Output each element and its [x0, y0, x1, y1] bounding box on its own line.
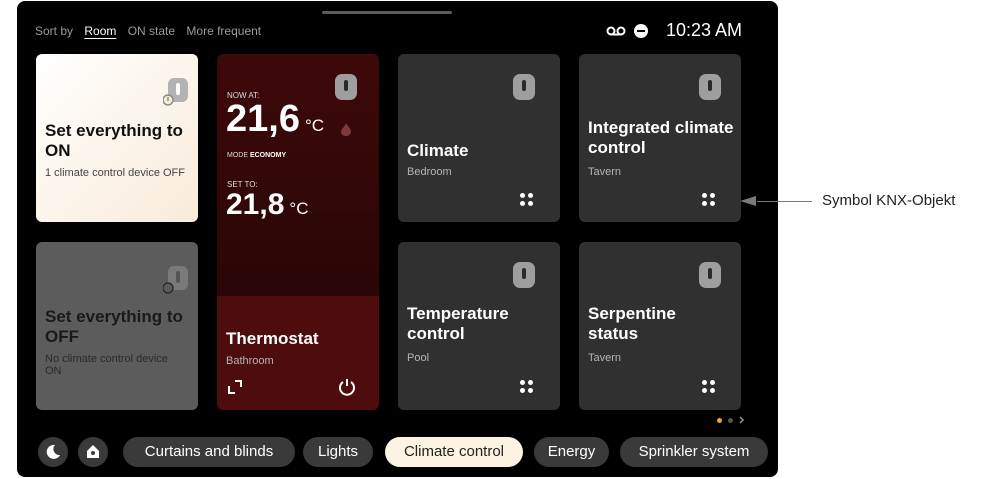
sort-option-frequent[interactable]: More frequent — [186, 24, 261, 38]
card-title: Set everything to OFF — [45, 307, 183, 346]
thermometer-power-icon — [163, 78, 188, 106]
thermometer-icon — [335, 74, 357, 100]
sort-option-room[interactable]: Room — [84, 24, 116, 38]
do-not-disturb-icon — [633, 23, 648, 38]
annotation-label: Symbol KNX-Objekt — [822, 192, 956, 209]
chevron-right-icon[interactable] — [739, 416, 745, 424]
tab-curtains-blinds[interactable]: Curtains and blinds — [123, 437, 295, 467]
tab-lights[interactable]: Lights — [303, 437, 373, 467]
card-temperature-control[interactable]: Temperature control Pool — [398, 242, 560, 410]
mode-row: MODE ECONOMY — [227, 152, 286, 159]
sort-label: Sort by — [35, 24, 74, 38]
night-mode-button[interactable] — [38, 437, 68, 467]
sort-bar: Sort by Room ON state More frequent — [35, 24, 269, 38]
setpoint-unit: °C — [289, 199, 309, 218]
knx-object-icon[interactable] — [519, 192, 535, 208]
expand-icon[interactable] — [228, 380, 242, 394]
card-title: Integrated climate control — [588, 118, 734, 157]
knx-object-icon[interactable] — [701, 379, 717, 395]
card-room: Bedroom — [407, 166, 452, 178]
tab-energy[interactable]: Energy — [534, 437, 609, 467]
thermometer-icon — [699, 262, 721, 288]
card-title: Thermostat — [226, 329, 319, 348]
thermometer-icon — [513, 74, 535, 100]
card-integrated-climate-control[interactable]: Integrated climate control Tavern — [579, 54, 741, 222]
annotation-arrow-line — [757, 201, 812, 202]
clock: 10:23 AM — [665, 20, 742, 40]
setpoint-temperature: 21,8 °C — [226, 188, 308, 222]
mode-label: MODE — [227, 152, 248, 159]
home-gear-icon — [87, 445, 99, 458]
card-title: Serpentine status — [588, 304, 676, 343]
mode-value: ECONOMY — [249, 152, 287, 159]
status-bar: 10:23 AM — [606, 20, 742, 41]
card-serpentine-status[interactable]: Serpentine status Tavern — [579, 242, 741, 410]
home-button[interactable] — [78, 437, 108, 467]
knx-object-icon[interactable] — [701, 192, 717, 208]
card-set-all-on[interactable]: Set everything to ON 1 climate control d… — [36, 54, 198, 222]
card-room: Tavern — [588, 352, 622, 364]
annotation-arrowhead — [740, 196, 756, 206]
card-subtitle: 1 climate control device OFF — [45, 167, 185, 179]
card-title: Temperature control — [407, 304, 509, 343]
flame-icon — [341, 123, 351, 136]
moon-icon — [46, 444, 60, 459]
current-temp-value: 21,6 — [226, 98, 300, 140]
card-subtitle: No climate control device ON — [45, 353, 168, 377]
current-temperature: 21,6 °C — [226, 98, 324, 141]
thermometer-icon — [513, 262, 535, 288]
touch-panel-screen: Sort by Room ON state More frequent 10:2… — [17, 1, 778, 477]
card-title: Climate — [407, 141, 469, 160]
tab-climate-control[interactable]: Climate control — [385, 437, 523, 467]
power-icon[interactable] — [338, 378, 356, 396]
current-temp-unit: °C — [304, 116, 325, 135]
card-title: Set everything to ON — [45, 121, 183, 160]
tab-sprinkler-system[interactable]: Sprinkler system — [620, 437, 768, 467]
thermometer-off-icon — [163, 266, 188, 294]
drag-handle[interactable] — [322, 11, 452, 14]
voicemail-icon — [606, 26, 626, 35]
card-room: Bathroom — [226, 355, 274, 367]
card-set-all-off[interactable]: Set everything to OFF No climate control… — [36, 242, 198, 410]
thermometer-icon — [699, 74, 721, 100]
card-room: Tavern — [588, 166, 622, 178]
card-thermostat[interactable]: NOW AT: 21,6 °C MODE ECONOMY SET TO: 21,… — [217, 54, 379, 410]
page-dot[interactable] — [728, 417, 733, 423]
card-room: Pool — [407, 352, 430, 364]
card-climate[interactable]: Climate Bedroom — [398, 54, 560, 222]
knx-object-icon[interactable] — [519, 379, 535, 395]
page-dot-active[interactable] — [717, 417, 722, 423]
page-indicator[interactable] — [717, 416, 745, 424]
sort-option-on-state[interactable]: ON state — [128, 24, 175, 38]
setpoint-value: 21,8 — [226, 188, 285, 221]
